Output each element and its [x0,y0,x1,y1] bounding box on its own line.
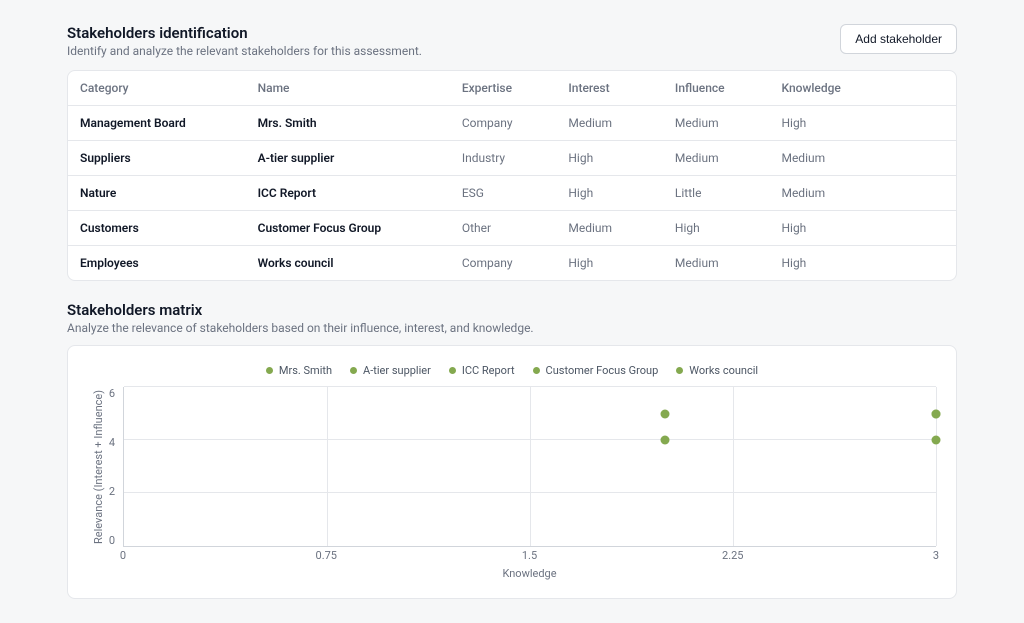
table-row[interactable]: SuppliersA-tier supplierIndustryHighMedi… [68,141,956,176]
cell-expertise: Company [450,246,557,281]
cell-name: A-tier supplier [246,141,450,176]
legend-item[interactable]: Works council [676,364,758,377]
y-axis-ticks: 6 4 2 0 [105,387,123,547]
x-axis-label: Knowledge [123,567,936,580]
col-category: Category [68,71,246,106]
matrix-chart-panel: Mrs. Smith A-tier supplier ICC Report Custo… [67,345,957,599]
cell-expertise: Industry [450,141,557,176]
legend-dot-icon [266,367,273,374]
cell-interest: Medium [556,106,663,141]
cell-influence: Medium [663,106,770,141]
cell-knowledge: High [769,106,956,141]
x-tick: 2.25 [722,549,743,562]
cell-interest: High [556,176,663,211]
cell-category: Management Board [68,106,246,141]
table-row[interactable]: CustomersCustomer Focus GroupOtherMedium… [68,211,956,246]
cell-name: ICC Report [246,176,450,211]
data-point[interactable] [661,436,670,445]
cell-influence: Little [663,176,770,211]
scatter-plot [123,387,936,547]
x-tick: 0.75 [316,549,337,562]
cell-knowledge: Medium [769,176,956,211]
add-stakeholder-button[interactable]: Add stakeholder [840,24,957,54]
cell-influence: Medium [663,246,770,281]
table-header-row: Category Name Expertise Interest Influen… [68,71,956,106]
legend-label: Customer Focus Group [546,364,659,377]
legend-label: Works council [689,364,758,377]
cell-name: Customer Focus Group [246,211,450,246]
col-interest: Interest [556,71,663,106]
table-row[interactable]: Management BoardMrs. SmithCompanyMediumM… [68,106,956,141]
legend-dot-icon [449,367,456,374]
cell-category: Nature [68,176,246,211]
x-tick: 1.5 [522,549,537,562]
cell-interest: Medium [556,211,663,246]
stakeholders-table-panel: Category Name Expertise Interest Influen… [67,70,957,281]
x-axis-ticks: 0 0.75 1.5 2.25 3 [123,547,936,563]
chart-legend: Mrs. Smith A-tier supplier ICC Report Custo… [88,364,936,377]
y-tick: 2 [105,485,115,498]
y-tick: 0 [105,534,115,547]
table-row[interactable]: EmployeesWorks councilCompanyHighMediumH… [68,246,956,281]
col-knowledge: Knowledge [769,71,956,106]
data-point[interactable] [932,436,941,445]
x-tick: 0 [120,549,126,562]
cell-category: Customers [68,211,246,246]
data-point[interactable] [932,409,941,418]
cell-interest: High [556,246,663,281]
cell-expertise: ESG [450,176,557,211]
col-expertise: Expertise [450,71,557,106]
legend-dot-icon [533,367,540,374]
cell-knowledge: High [769,246,956,281]
y-tick: 6 [105,387,115,400]
stakeholders-table: Category Name Expertise Interest Influen… [68,71,956,280]
cell-expertise: Company [450,106,557,141]
section-title: Stakeholders identification [67,24,422,42]
matrix-title: Stakeholders matrix [67,301,957,319]
legend-item[interactable]: Mrs. Smith [266,364,332,377]
x-tick: 3 [933,549,939,562]
y-tick: 4 [105,436,115,449]
legend-label: ICC Report [462,364,515,377]
cell-expertise: Other [450,211,557,246]
legend-label: A-tier supplier [363,364,431,377]
matrix-subtitle: Analyze the relevance of stakeholders ba… [67,321,957,335]
legend-item[interactable]: A-tier supplier [350,364,431,377]
legend-dot-icon [350,367,357,374]
section-subtitle: Identify and analyze the relevant stakeh… [67,44,422,58]
cell-influence: High [663,211,770,246]
cell-influence: Medium [663,141,770,176]
legend-item[interactable]: Customer Focus Group [533,364,659,377]
data-point[interactable] [661,409,670,418]
col-name: Name [246,71,450,106]
table-row[interactable]: NatureICC ReportESGHighLittleMedium [68,176,956,211]
legend-dot-icon [676,367,683,374]
col-influence: Influence [663,71,770,106]
legend-label: Mrs. Smith [279,364,332,377]
y-axis-label: Relevance (Interest + Influence) [88,387,105,547]
cell-category: Employees [68,246,246,281]
cell-name: Mrs. Smith [246,106,450,141]
cell-name: Works council [246,246,450,281]
legend-item[interactable]: ICC Report [449,364,515,377]
cell-knowledge: High [769,211,956,246]
cell-category: Suppliers [68,141,246,176]
cell-knowledge: Medium [769,141,956,176]
cell-interest: High [556,141,663,176]
